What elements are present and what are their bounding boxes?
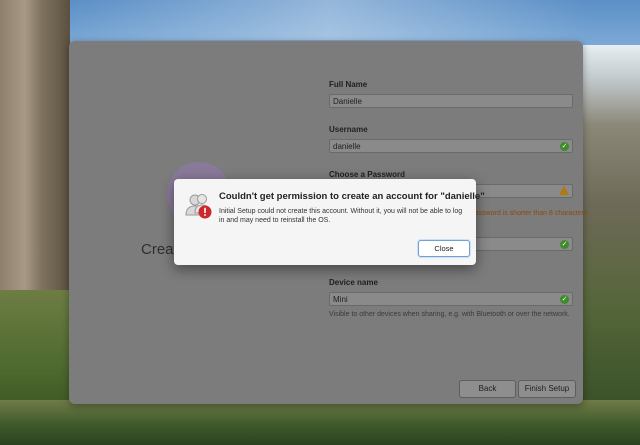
dialog-message: Initial Setup could not create this acco…	[219, 208, 463, 224]
dialog-title: Couldn't get permission to create an acc…	[219, 191, 485, 202]
check-icon: ✓	[560, 240, 569, 249]
full-name-label: Full Name	[329, 80, 368, 89]
users-error-icon	[185, 194, 212, 219]
check-icon: ✓	[560, 295, 569, 304]
device-name-value: Mini	[333, 295, 348, 304]
device-name-field[interactable]: Mini ✓	[329, 292, 573, 306]
username-value: danielle	[333, 142, 361, 151]
wallpaper-mountain	[582, 45, 640, 445]
warning-icon	[559, 186, 569, 195]
username-field[interactable]: danielle ✓	[329, 139, 573, 153]
device-name-label: Device name	[329, 278, 378, 287]
device-name-hint: Visible to other devices when sharing, e…	[329, 311, 570, 318]
wallpaper-cloud	[70, 0, 590, 40]
full-name-value: Danielle	[333, 97, 362, 106]
finish-setup-button[interactable]: Finish Setup	[518, 380, 576, 398]
error-dialog: Couldn't get permission to create an acc…	[174, 179, 485, 265]
password-warning: Password is shorter than 8 characters	[470, 210, 588, 217]
wallpaper-forest	[0, 400, 640, 445]
back-button[interactable]: Back	[459, 380, 516, 398]
check-icon: ✓	[560, 142, 569, 151]
full-name-field[interactable]: Danielle	[329, 94, 573, 108]
password-label: Choose a Password	[329, 170, 406, 179]
username-label: Username	[329, 125, 368, 134]
close-button[interactable]: Close	[418, 240, 470, 257]
